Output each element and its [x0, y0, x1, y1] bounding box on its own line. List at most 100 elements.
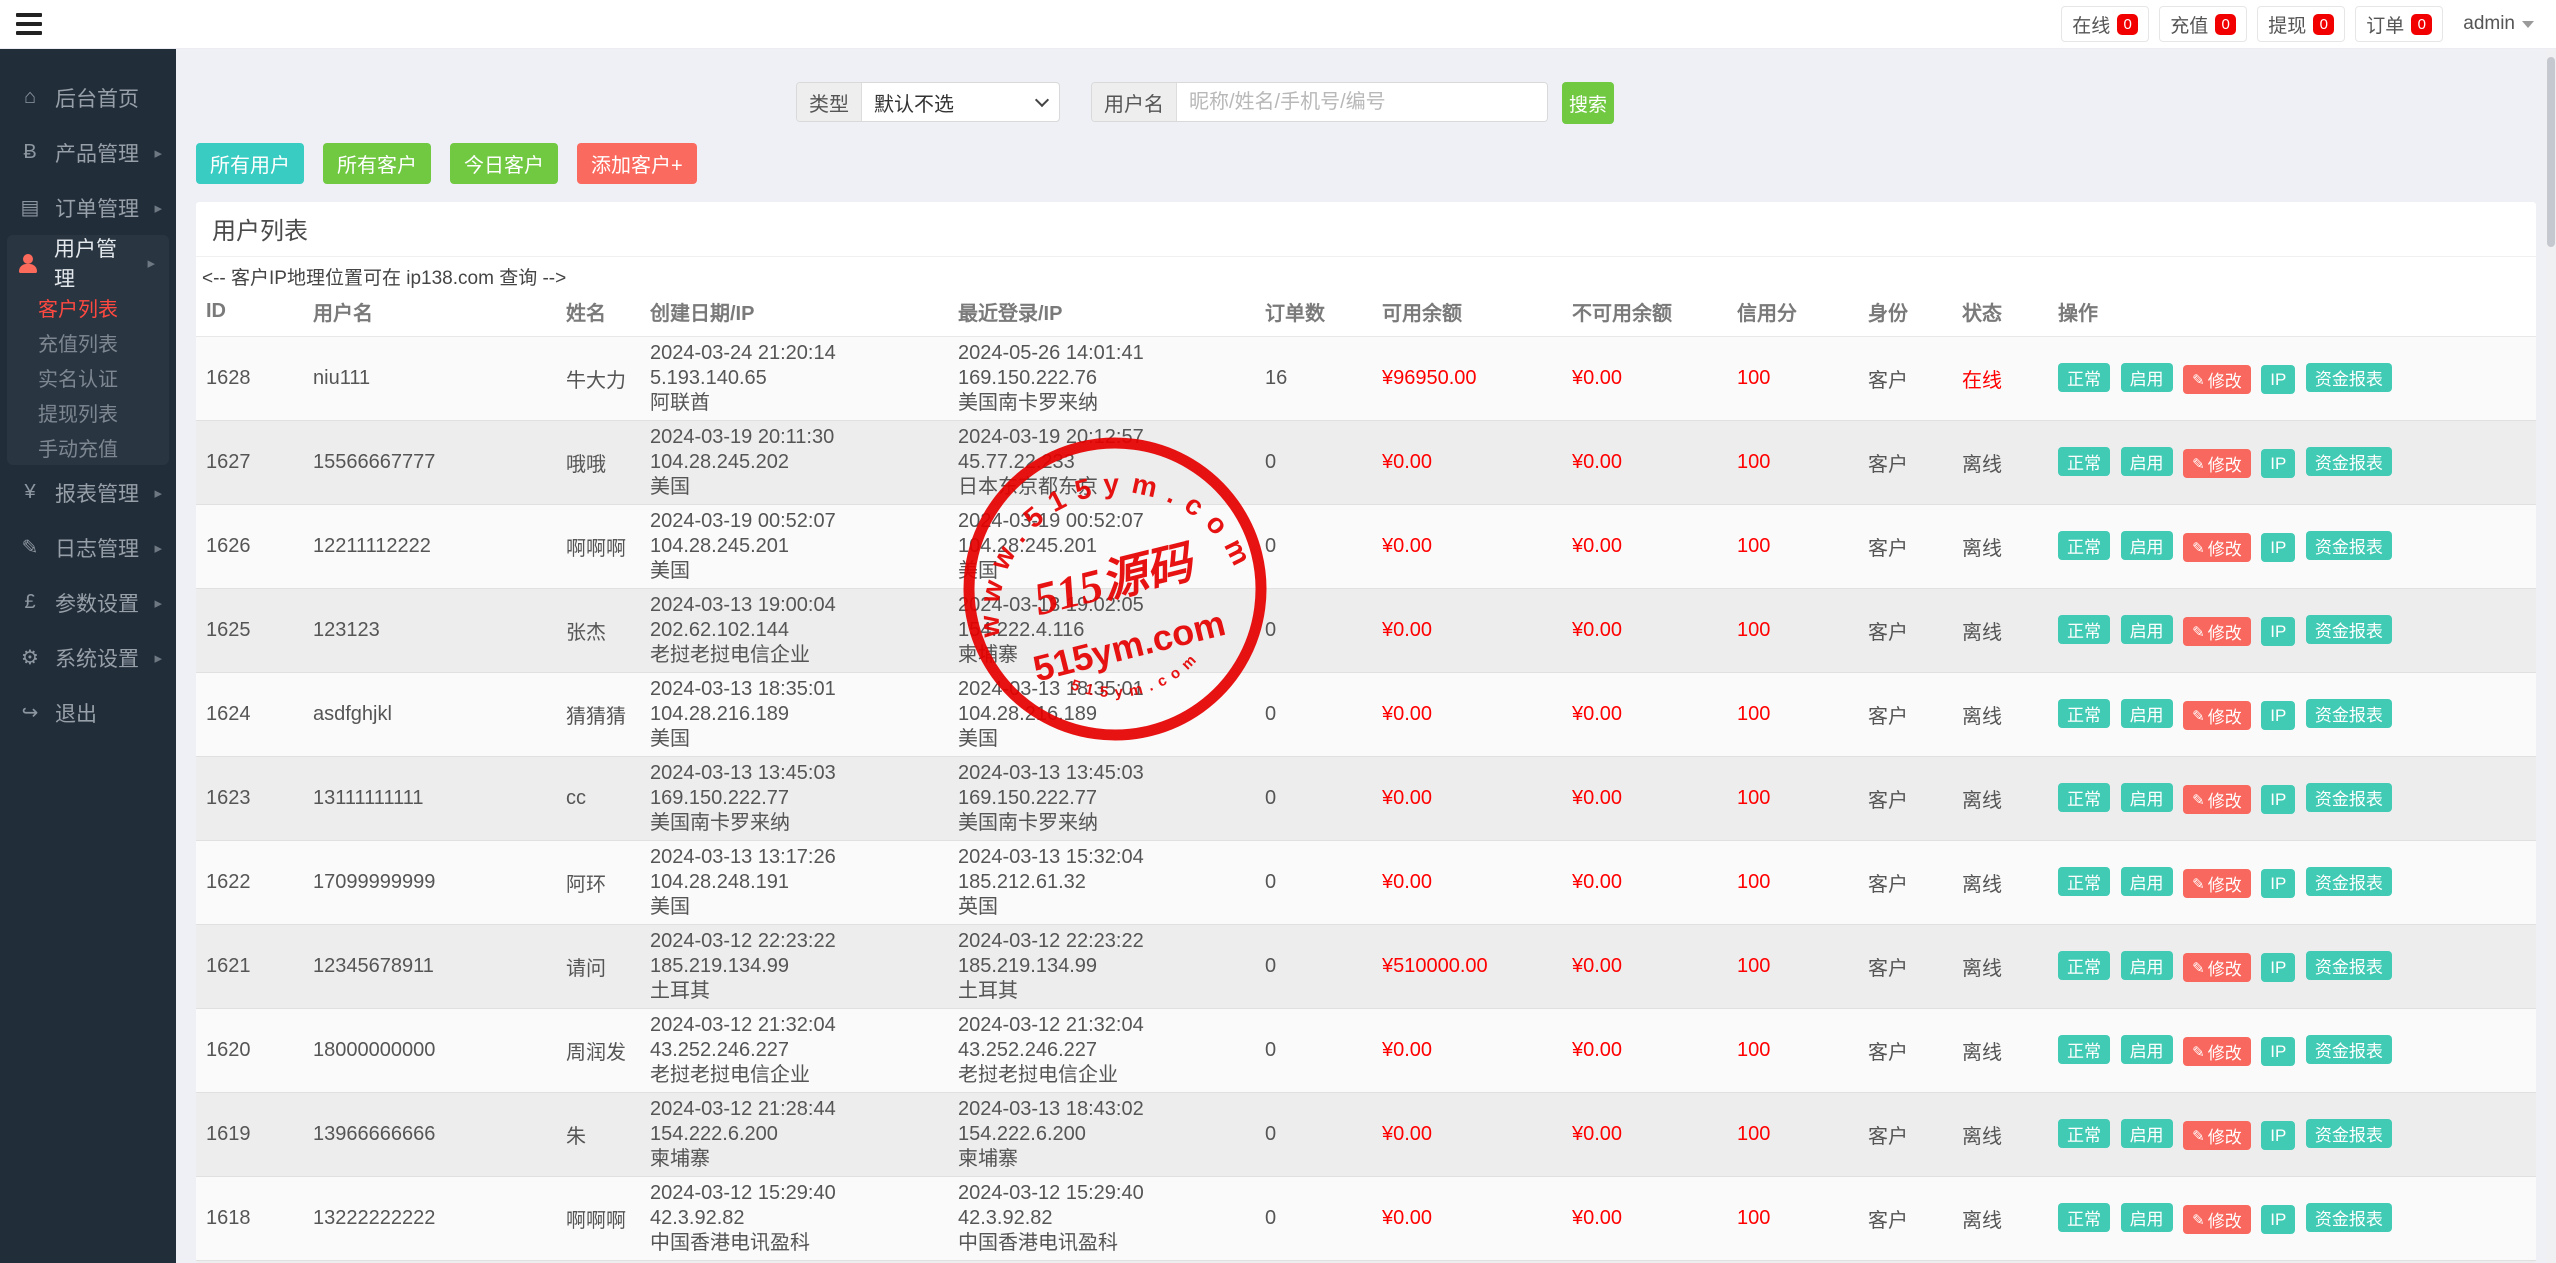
sidebar-subitem-manual-recharge[interactable]: 手动充值	[7, 430, 169, 465]
recharge-stat[interactable]: 充值 0	[2159, 6, 2247, 42]
online-stat[interactable]: 在线 0	[2061, 6, 2149, 42]
sidebar-subitem-realname-auth[interactable]: 实名认证	[7, 360, 169, 395]
ip-button[interactable]: IP	[2261, 701, 2295, 730]
normal-button[interactable]: 正常	[2058, 531, 2110, 560]
enable-button[interactable]: 启用	[2121, 1035, 2173, 1064]
funds-report-button[interactable]: 资金报表	[2306, 615, 2392, 644]
sidebar-item-logs[interactable]: ✎ 日志管理 ▸	[0, 520, 176, 575]
ip-button[interactable]: IP	[2261, 869, 2295, 898]
type-select[interactable]: 默认不选	[862, 83, 1059, 121]
edit-button[interactable]: ✎修改	[2183, 701, 2251, 730]
ip-button[interactable]: IP	[2261, 533, 2295, 562]
edit-button[interactable]: ✎修改	[2183, 533, 2251, 562]
sidebar-item-products[interactable]: Ƀ 产品管理 ▸	[0, 125, 176, 180]
sidebar-subitem-customer-list[interactable]: 客户列表	[7, 290, 169, 325]
sidebar-item-reports[interactable]: ¥ 报表管理 ▸	[0, 465, 176, 520]
cell-actions: 正常 启用 ✎修改 IP 资金报表	[2048, 925, 2536, 1009]
funds-report-button[interactable]: 资金报表	[2306, 447, 2392, 476]
edit-button[interactable]: ✎修改	[2183, 953, 2251, 982]
funds-report-button[interactable]: 资金报表	[2306, 363, 2392, 392]
ip-button[interactable]: IP	[2261, 1121, 2295, 1150]
enable-button[interactable]: 启用	[2121, 1119, 2173, 1148]
edit-button[interactable]: ✎修改	[2183, 1037, 2251, 1066]
sidebar-subitem-withdraw-list[interactable]: 提现列表	[7, 395, 169, 430]
edit-button[interactable]: ✎修改	[2183, 365, 2251, 394]
username-search-input[interactable]	[1177, 83, 1547, 121]
scrollbar-thumb[interactable]	[2547, 57, 2555, 247]
sidebar-item-system[interactable]: ⚙ 系统设置 ▸	[0, 630, 176, 685]
normal-button[interactable]: 正常	[2058, 783, 2110, 812]
edit-button[interactable]: ✎修改	[2183, 869, 2251, 898]
vertical-scrollbar[interactable]	[2546, 49, 2556, 1263]
sidebar-subitem-recharge-list[interactable]: 充值列表	[7, 325, 169, 360]
header-credit: 信用分	[1727, 295, 1858, 337]
all-users-button[interactable]: 所有用户	[196, 143, 304, 184]
order-stat[interactable]: 订单 0	[2355, 6, 2443, 42]
cell-role: 客户	[1858, 1009, 1952, 1093]
funds-report-button[interactable]: 资金报表	[2306, 531, 2392, 560]
normal-button[interactable]: 正常	[2058, 1119, 2110, 1148]
search-button[interactable]: 搜索	[1562, 82, 1614, 124]
cell-username: 13111111111	[303, 757, 556, 841]
enable-button[interactable]: 启用	[2121, 531, 2173, 560]
ip-button[interactable]: IP	[2261, 1037, 2295, 1066]
add-customer-button[interactable]: 添加客户+	[577, 143, 697, 184]
funds-report-button[interactable]: 资金报表	[2306, 951, 2392, 980]
normal-button[interactable]: 正常	[2058, 615, 2110, 644]
enable-button[interactable]: 启用	[2121, 951, 2173, 980]
sidebar-item-dashboard[interactable]: ⌂ 后台首页	[0, 70, 176, 125]
sidebar-item-users[interactable]: 用户管理 ▸	[7, 235, 169, 290]
pencil-icon: ✎	[2192, 875, 2205, 893]
enable-button[interactable]: 启用	[2121, 363, 2173, 392]
ip-button[interactable]: IP	[2261, 365, 2295, 394]
ip-button[interactable]: IP	[2261, 449, 2295, 478]
normal-button[interactable]: 正常	[2058, 363, 2110, 392]
hamburger-menu-icon[interactable]	[16, 13, 42, 35]
normal-button[interactable]: 正常	[2058, 447, 2110, 476]
cell-credit: 100	[1727, 337, 1858, 421]
ip-button[interactable]: IP	[2261, 1205, 2295, 1234]
funds-report-button[interactable]: 资金报表	[2306, 1119, 2392, 1148]
edit-button[interactable]: ✎修改	[2183, 1121, 2251, 1150]
normal-button[interactable]: 正常	[2058, 867, 2110, 896]
sidebar-item-orders[interactable]: ▤ 订单管理 ▸	[0, 180, 176, 235]
today-customers-button[interactable]: 今日客户	[450, 143, 558, 184]
cell-last-login: 2024-03-13 18:43:02154.222.6.200柬埔寨	[948, 1093, 1255, 1177]
cell-last-login: 2024-03-19 00:52:07104.28.245.201美国	[948, 505, 1255, 589]
admin-dropdown[interactable]: admin	[2453, 13, 2544, 35]
edit-button[interactable]: ✎修改	[2183, 785, 2251, 814]
sidebar: ⌂ 后台首页 Ƀ 产品管理 ▸ ▤ 订单管理 ▸ 用户管理 ▸ 客户列表 充值列…	[0, 49, 176, 1263]
ip-button[interactable]: IP	[2261, 953, 2295, 982]
enable-button[interactable]: 启用	[2121, 1203, 2173, 1232]
funds-report-button[interactable]: 资金报表	[2306, 1035, 2392, 1064]
cell-actions: 正常 启用 ✎修改 IP 资金报表	[2048, 841, 2536, 925]
normal-button[interactable]: 正常	[2058, 951, 2110, 980]
normal-button[interactable]: 正常	[2058, 1203, 2110, 1232]
enable-button[interactable]: 启用	[2121, 867, 2173, 896]
withdraw-stat[interactable]: 提现 0	[2257, 6, 2345, 42]
sidebar-item-logout[interactable]: ↪ 退出	[0, 685, 176, 740]
pencil-icon: ✎	[2192, 371, 2205, 389]
normal-button[interactable]: 正常	[2058, 1035, 2110, 1064]
enable-button[interactable]: 启用	[2121, 447, 2173, 476]
enable-button[interactable]: 启用	[2121, 615, 2173, 644]
ip-lookup-note: <-- 客户IP地理位置可在 ip138.com 查询 -->	[196, 257, 2536, 295]
cell-balance: ¥0.00	[1372, 757, 1562, 841]
edit-button[interactable]: ✎修改	[2183, 617, 2251, 646]
normal-button[interactable]: 正常	[2058, 699, 2110, 728]
funds-report-button[interactable]: 资金报表	[2306, 783, 2392, 812]
funds-report-button[interactable]: 资金报表	[2306, 867, 2392, 896]
funds-report-button[interactable]: 资金报表	[2306, 1203, 2392, 1232]
pencil-icon: ✎	[2192, 539, 2205, 557]
sidebar-item-parameters[interactable]: £ 参数设置 ▸	[0, 575, 176, 630]
ip-button[interactable]: IP	[2261, 785, 2295, 814]
sidebar-item-label: 产品管理	[55, 138, 139, 168]
all-customers-button[interactable]: 所有客户	[323, 143, 431, 184]
cell-name: 猜猜猜	[556, 673, 640, 757]
enable-button[interactable]: 启用	[2121, 783, 2173, 812]
funds-report-button[interactable]: 资金报表	[2306, 699, 2392, 728]
edit-button[interactable]: ✎修改	[2183, 449, 2251, 478]
enable-button[interactable]: 启用	[2121, 699, 2173, 728]
edit-button[interactable]: ✎修改	[2183, 1205, 2251, 1234]
ip-button[interactable]: IP	[2261, 617, 2295, 646]
